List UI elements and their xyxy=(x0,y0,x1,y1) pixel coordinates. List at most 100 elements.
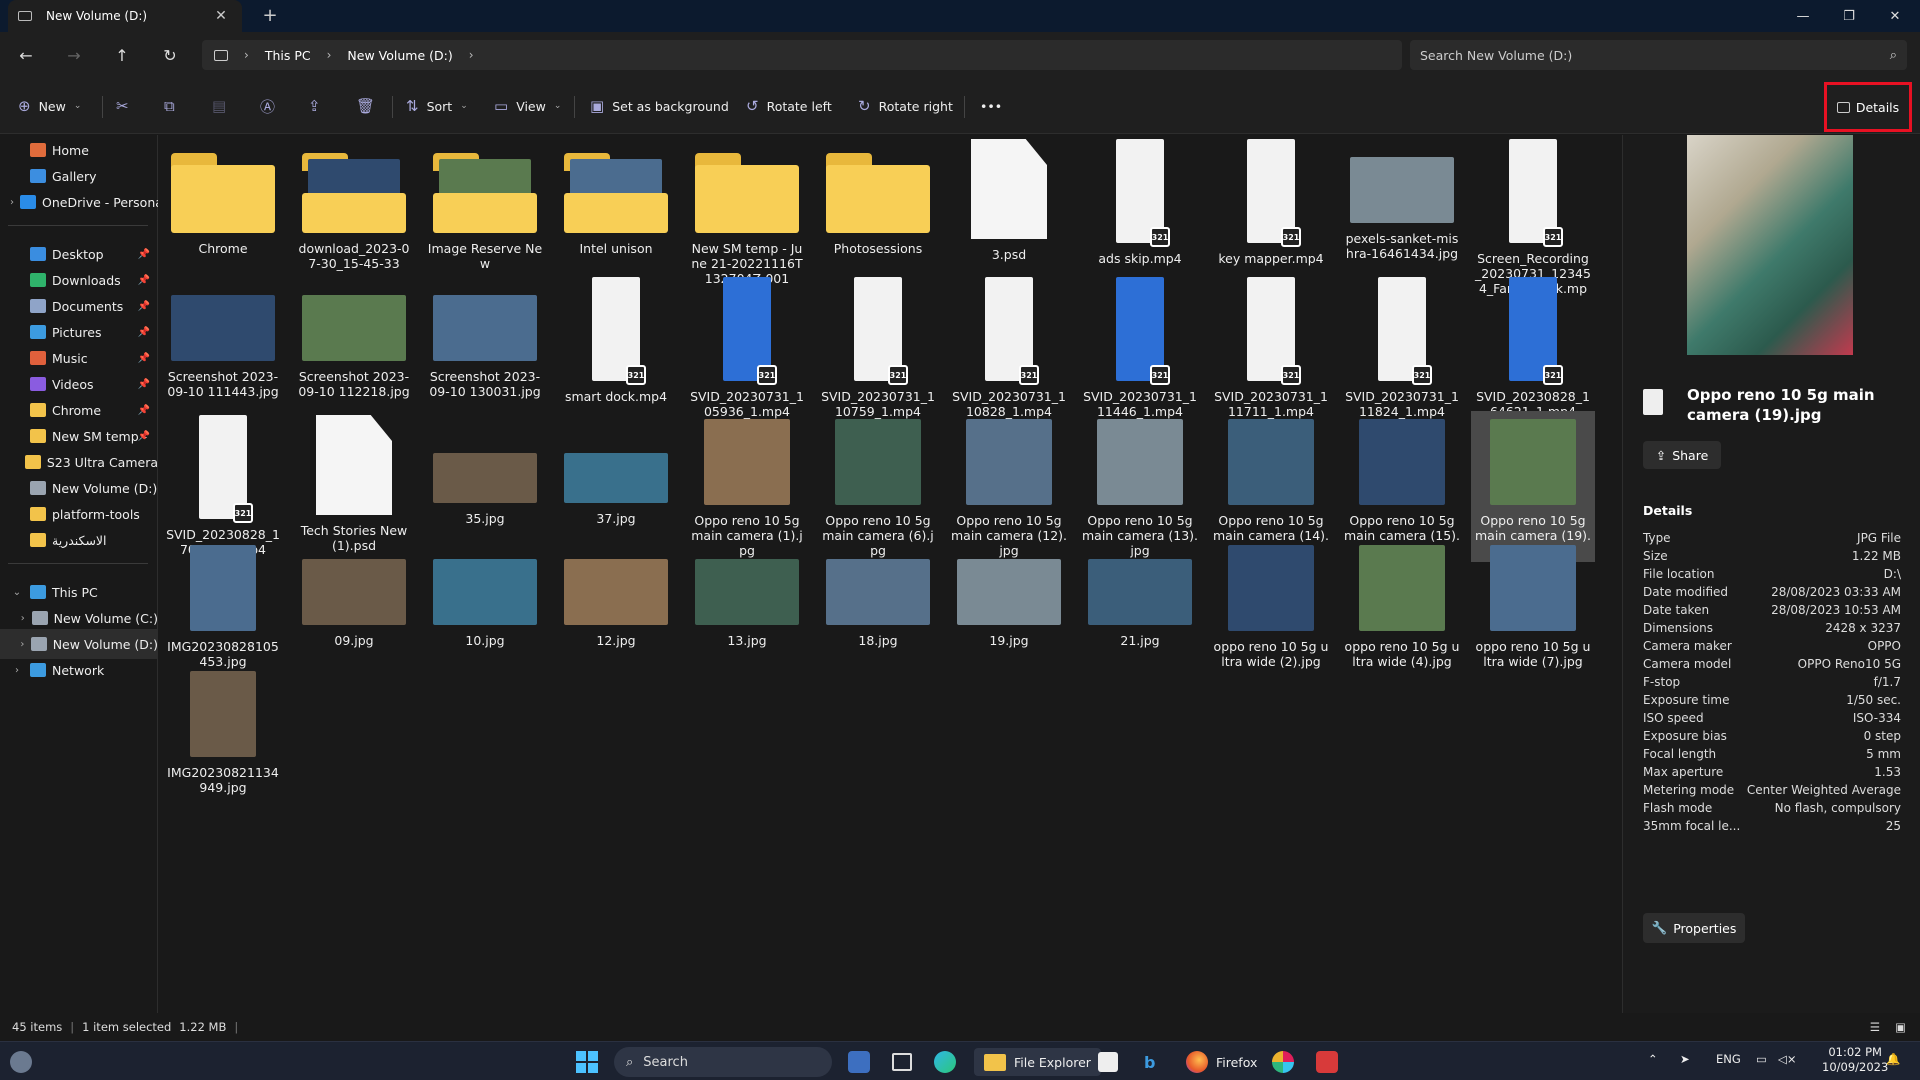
file-item[interactable]: Chrome xyxy=(161,135,285,260)
volume-icon[interactable]: ◁× xyxy=(1778,1052,1796,1066)
share-button[interactable]: ⇪ xyxy=(308,92,321,120)
app-icon[interactable] xyxy=(1316,1048,1338,1076)
paste-button[interactable]: ▤ xyxy=(212,92,226,120)
file-item[interactable]: Screenshot 2023-09-10 130031.jpg xyxy=(423,273,547,403)
file-item[interactable]: Photosessions xyxy=(816,135,940,260)
sort-button[interactable]: ⇅ Sort ⌄ xyxy=(406,92,468,120)
sidebar-item[interactable]: › Network xyxy=(0,655,158,685)
set-as-background-button[interactable]: ▣ Set as background xyxy=(590,92,729,120)
location-icon[interactable]: ➤ xyxy=(1680,1052,1690,1066)
chevron-up-icon[interactable]: ⌃ xyxy=(1648,1052,1658,1066)
chevron-right-icon[interactable]: › xyxy=(20,639,25,650)
file-item[interactable]: 321 key mapper.mp4 xyxy=(1209,135,1333,270)
file-item[interactable]: 12.jpg xyxy=(554,537,678,652)
address-bar[interactable]: › This PC › New Volume (D:) › xyxy=(202,40,1402,70)
pin-icon[interactable]: 📌 xyxy=(138,327,150,338)
cut-button[interactable]: ✂ xyxy=(116,92,129,120)
clock[interactable]: 01:02 PM 10/09/2023 xyxy=(1822,1045,1888,1075)
back-icon[interactable]: ← xyxy=(10,40,42,70)
refresh-icon[interactable]: ↻ xyxy=(154,40,186,70)
view-button[interactable]: ▭ View ⌄ xyxy=(494,92,561,120)
file-item[interactable]: New SM temp - June 21-20221116T132704Z-0… xyxy=(685,135,809,290)
file-item[interactable]: 321 ads skip.mp4 xyxy=(1078,135,1202,270)
file-item[interactable]: oppo reno 10 5g ultra wide (7).jpg xyxy=(1471,537,1595,673)
pin-icon[interactable]: 📌 xyxy=(138,301,150,312)
file-item[interactable]: download_2023-07-30_15-45-33 xyxy=(292,135,416,275)
file-item[interactable]: 10.jpg xyxy=(423,537,547,652)
minimize-button[interactable]: — xyxy=(1780,0,1826,32)
file-item[interactable]: IMG20230828105453.jpg xyxy=(161,537,285,673)
breadcrumb-new-volume[interactable]: New Volume (D:) xyxy=(347,48,452,63)
task-view-icon[interactable] xyxy=(892,1048,912,1076)
breadcrumb-this-pc[interactable]: This PC xyxy=(265,48,311,63)
more-options-button[interactable]: ••• xyxy=(980,92,1002,120)
notification-bell-icon[interactable]: 🔔 xyxy=(1886,1052,1900,1066)
file-item[interactable]: Screenshot 2023-09-10 112218.jpg xyxy=(292,273,416,403)
details-view-icon[interactable]: ☰ xyxy=(1870,1020,1880,1034)
details-button[interactable]: Details xyxy=(1824,82,1912,132)
file-item[interactable]: 321 smart dock.mp4 xyxy=(554,273,678,408)
bing-icon[interactable]: b xyxy=(1144,1048,1155,1076)
pin-icon[interactable]: 📌 xyxy=(138,405,150,416)
start-button[interactable] xyxy=(576,1048,598,1076)
file-item[interactable]: 321SVID_20230828_164621_1.mp4 xyxy=(1471,273,1595,423)
chevron-down-icon[interactable]: ⌄ xyxy=(10,587,24,598)
file-item[interactable]: 37.jpg xyxy=(554,411,678,530)
rotate-left-button[interactable]: ↺ Rotate left xyxy=(746,92,832,120)
file-item[interactable]: Intel unison xyxy=(554,135,678,260)
chevron-right-icon[interactable]: › xyxy=(244,48,249,62)
rotate-right-button[interactable]: ↻ Rotate right xyxy=(858,92,953,120)
chevron-right-icon[interactable]: › xyxy=(20,613,26,624)
store-icon[interactable] xyxy=(1098,1048,1118,1076)
pin-icon[interactable]: 📌 xyxy=(138,353,150,364)
file-item[interactable]: 321 SVID_20230731_111446_1.mp4 xyxy=(1078,273,1202,423)
sidebar-item[interactable]: › OneDrive - Persona xyxy=(0,187,158,217)
new-tab-button[interactable]: + xyxy=(258,5,282,27)
pin-icon[interactable]: 📌 xyxy=(138,249,150,260)
up-icon[interactable]: ↑ xyxy=(106,40,138,70)
file-explorer-taskbar-button[interactable]: File Explorer xyxy=(974,1048,1101,1076)
weather-icon[interactable] xyxy=(10,1048,32,1076)
taskbar-search[interactable]: ⌕ Search xyxy=(614,1047,832,1077)
forward-icon[interactable]: → xyxy=(58,40,90,70)
close-tab-icon[interactable]: ✕ xyxy=(210,8,232,24)
file-item[interactable]: Screenshot 2023-09-10 111443.jpg xyxy=(161,273,285,403)
rename-button[interactable]: Ⓐ xyxy=(260,92,275,120)
file-item[interactable]: 21.jpg xyxy=(1078,537,1202,652)
large-icons-view-icon[interactable]: ▣ xyxy=(1895,1020,1906,1034)
chevron-right-icon[interactable]: › xyxy=(327,48,332,62)
sidebar-item[interactable]: الاسكندرية xyxy=(0,525,158,555)
copy-button[interactable]: ⧉ xyxy=(164,92,175,120)
chevron-right-icon[interactable]: › xyxy=(469,48,474,62)
file-item[interactable]: pexels-sanket-mishra-16461434.jpg xyxy=(1340,135,1464,265)
file-item[interactable]: 3.psd xyxy=(947,135,1071,266)
pin-icon[interactable]: 📌 xyxy=(138,379,150,390)
language-indicator[interactable]: ENG xyxy=(1716,1052,1741,1066)
file-item[interactable]: 321 SVID_20230731_105936_1.mp4 xyxy=(685,273,809,423)
share-button[interactable]: ⇪ Share xyxy=(1643,441,1721,469)
close-window-button[interactable]: ✕ xyxy=(1872,0,1918,32)
file-item[interactable]: Tech Stories New (1).psd xyxy=(292,411,416,557)
file-item[interactable]: oppo reno 10 5g ultra wide (4).jpg xyxy=(1340,537,1464,673)
file-item[interactable]: IMG20230821134949.jpg xyxy=(161,663,285,799)
file-item[interactable]: 321 SVID_20230731_110759_1.mp4 xyxy=(816,273,940,423)
file-item[interactable]: 19.jpg xyxy=(947,537,1071,652)
network-icon[interactable]: ▭ xyxy=(1756,1052,1767,1066)
chevron-right-icon[interactable]: › xyxy=(10,197,14,208)
file-item[interactable]: 18.jpg xyxy=(816,537,940,652)
search-input[interactable]: Search New Volume (D:) ⌕ xyxy=(1410,40,1907,70)
properties-button[interactable]: 🔧 Properties xyxy=(1643,913,1745,943)
new-button[interactable]: ⊕ New ⌄ xyxy=(18,92,81,120)
file-item[interactable]: 321 SVID_20230731_111711_1.mp4 xyxy=(1209,273,1333,423)
slack-icon[interactable] xyxy=(1272,1048,1294,1076)
edge-icon[interactable] xyxy=(934,1048,956,1076)
file-item[interactable]: 35.jpg xyxy=(423,411,547,530)
file-item[interactable]: 09.jpg xyxy=(292,537,416,652)
chevron-right-icon[interactable]: › xyxy=(10,665,24,676)
file-item[interactable]: 321 SVID_20230731_111824_1.mp4 xyxy=(1340,273,1464,423)
pin-icon[interactable]: 📌 xyxy=(138,275,150,286)
file-item[interactable]: 321 SVID_20230731_110828_1.mp4 xyxy=(947,273,1071,423)
file-item[interactable]: Image Reserve New xyxy=(423,135,547,275)
file-item[interactable]: 13.jpg xyxy=(685,537,809,652)
firefox-taskbar-button[interactable]: Firefox xyxy=(1186,1048,1257,1076)
